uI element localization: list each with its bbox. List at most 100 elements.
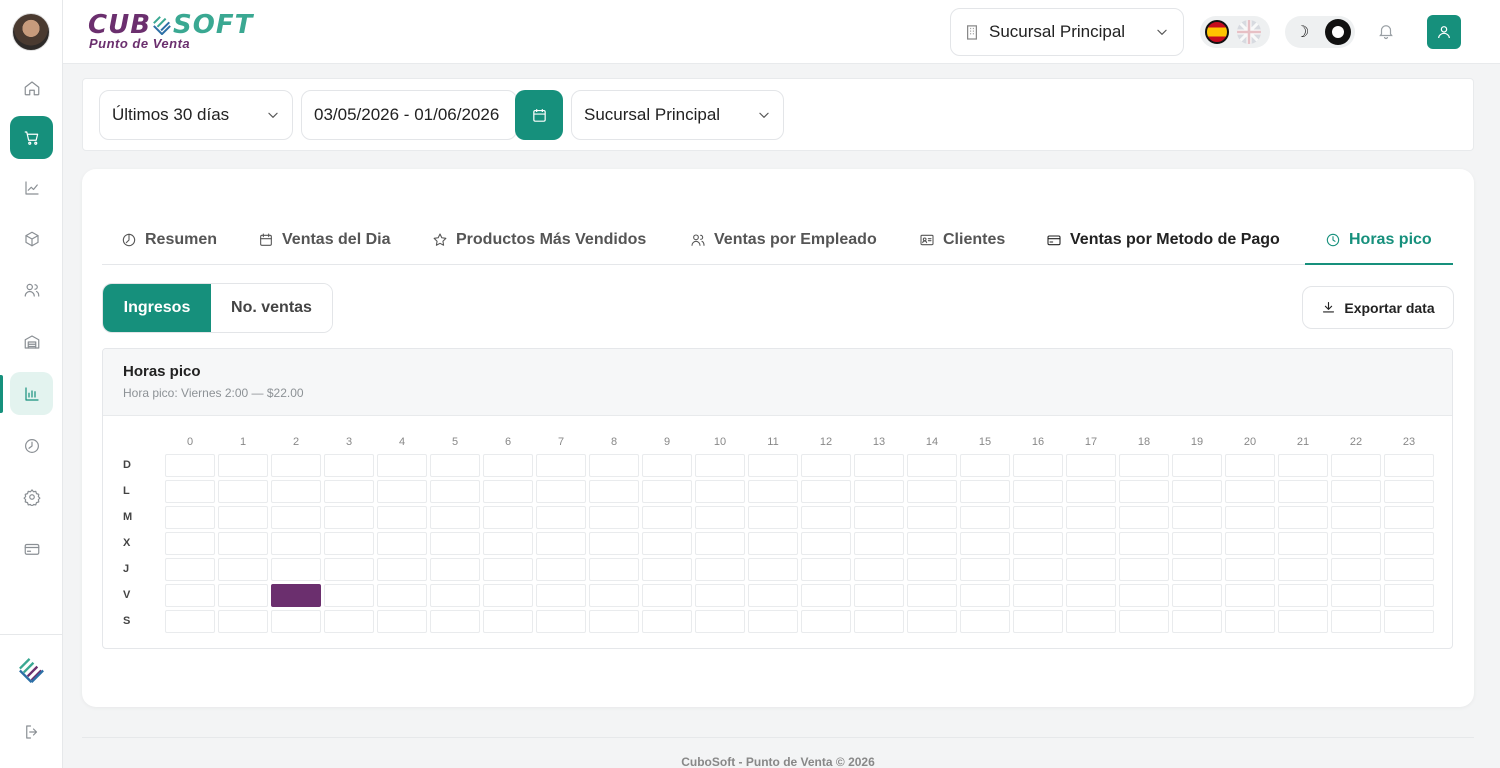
- heatmap-cell[interactable]: [642, 558, 692, 581]
- clock-icon[interactable]: [10, 424, 53, 467]
- warehouse-icon[interactable]: [10, 320, 53, 363]
- tab-ventas-del-dia[interactable]: Ventas del Dia: [258, 214, 391, 265]
- heatmap-cell[interactable]: [324, 480, 374, 503]
- heatmap-cell[interactable]: [1384, 558, 1434, 581]
- ingresos-toggle-button[interactable]: Ingresos: [103, 284, 211, 332]
- heatmap-cell[interactable]: [1225, 558, 1275, 581]
- heatmap-cell[interactable]: [1278, 558, 1328, 581]
- heatmap-cell[interactable]: [1066, 610, 1116, 633]
- heatmap-cell[interactable]: [483, 610, 533, 633]
- heatmap-cell[interactable]: [1331, 610, 1381, 633]
- heatmap-cell[interactable]: [1278, 584, 1328, 607]
- heatmap-cell[interactable]: [165, 584, 215, 607]
- heatmap-cell[interactable]: [642, 454, 692, 477]
- heatmap-cell[interactable]: [483, 584, 533, 607]
- user-menu-button[interactable]: [1427, 15, 1461, 49]
- users-icon[interactable]: [10, 268, 53, 311]
- heatmap-cell[interactable]: [1331, 584, 1381, 607]
- heatmap-cell[interactable]: [430, 532, 480, 555]
- heatmap-cell[interactable]: [960, 454, 1010, 477]
- heatmap-cell[interactable]: [536, 584, 586, 607]
- heatmap-cell[interactable]: [1013, 610, 1063, 633]
- heatmap-cell[interactable]: [218, 480, 268, 503]
- heatmap-cell[interactable]: [1278, 532, 1328, 555]
- tab-ventas-por-metodo-de-pago[interactable]: Ventas por Metodo de Pago: [1046, 214, 1280, 265]
- heatmap-cell[interactable]: [483, 558, 533, 581]
- bell-icon[interactable]: [1377, 22, 1397, 42]
- heatmap-cell[interactable]: [1331, 480, 1381, 503]
- heatmap-cell[interactable]: [430, 480, 480, 503]
- heatmap-cell[interactable]: [1066, 584, 1116, 607]
- heatmap-cell[interactable]: [218, 454, 268, 477]
- heatmap-cell[interactable]: [1225, 454, 1275, 477]
- heatmap-cell[interactable]: [960, 506, 1010, 529]
- heatmap-cell[interactable]: [271, 480, 321, 503]
- trend-icon[interactable]: [10, 166, 53, 209]
- heatmap-cell[interactable]: [430, 610, 480, 633]
- heatmap-cell[interactable]: [589, 558, 639, 581]
- heatmap-cell[interactable]: [1278, 506, 1328, 529]
- heatmap-cell[interactable]: [536, 532, 586, 555]
- language-toggle[interactable]: [1200, 16, 1270, 48]
- heatmap-cell[interactable]: [1384, 532, 1434, 555]
- heatmap-cell[interactable]: [748, 610, 798, 633]
- heatmap-cell[interactable]: [1119, 584, 1169, 607]
- heatmap-cell[interactable]: [483, 480, 533, 503]
- heatmap-cell[interactable]: [1172, 558, 1222, 581]
- branch-filter-select[interactable]: Sucursal Principal: [571, 90, 784, 140]
- heatmap-cell[interactable]: [1013, 532, 1063, 555]
- heatmap-cell[interactable]: [377, 454, 427, 477]
- heatmap-cell[interactable]: [748, 454, 798, 477]
- heatmap-cell[interactable]: [1119, 454, 1169, 477]
- period-select[interactable]: Últimos 30 días: [99, 90, 293, 140]
- heatmap-cell[interactable]: [483, 506, 533, 529]
- heatmap-cell[interactable]: [536, 480, 586, 503]
- heatmap-cell[interactable]: [695, 610, 745, 633]
- heatmap-cell[interactable]: [1119, 558, 1169, 581]
- theme-toggle[interactable]: ☽: [1285, 16, 1355, 48]
- heatmap-cell[interactable]: [1384, 506, 1434, 529]
- heatmap-cell[interactable]: [165, 558, 215, 581]
- heatmap-cell[interactable]: [377, 506, 427, 529]
- heatmap-cell[interactable]: [854, 506, 904, 529]
- heatmap-cell[interactable]: [218, 610, 268, 633]
- heatmap-cell[interactable]: [271, 610, 321, 633]
- heatmap-cell[interactable]: [271, 558, 321, 581]
- heatmap-cell[interactable]: [1066, 454, 1116, 477]
- heatmap-cell[interactable]: [271, 454, 321, 477]
- calendar-button[interactable]: [515, 90, 563, 140]
- heatmap-cell[interactable]: [1172, 532, 1222, 555]
- heatmap-cell[interactable]: [536, 506, 586, 529]
- heatmap-cell[interactable]: [218, 558, 268, 581]
- heatmap-cell[interactable]: [1384, 584, 1434, 607]
- heatmap-cell[interactable]: [695, 480, 745, 503]
- card-icon[interactable]: [10, 527, 53, 570]
- heatmap-cell[interactable]: [1225, 532, 1275, 555]
- heatmap-cell[interactable]: [854, 454, 904, 477]
- date-range-input[interactable]: 03/05/2026 - 01/06/2026: [301, 90, 517, 140]
- tab-resumen[interactable]: Resumen: [121, 214, 217, 265]
- heatmap-cell[interactable]: [1384, 454, 1434, 477]
- heatmap-cell[interactable]: [748, 480, 798, 503]
- heatmap-cell[interactable]: [589, 454, 639, 477]
- heatmap-cell[interactable]: [1331, 532, 1381, 555]
- heatmap-cell[interactable]: [324, 506, 374, 529]
- heatmap-cell[interactable]: [907, 506, 957, 529]
- heatmap-cell[interactable]: [324, 532, 374, 555]
- heatmap-cell[interactable]: [1278, 454, 1328, 477]
- heatmap-cell[interactable]: [430, 506, 480, 529]
- heatmap-cell[interactable]: [695, 584, 745, 607]
- heatmap-cell[interactable]: [165, 454, 215, 477]
- heatmap-cell[interactable]: [907, 480, 957, 503]
- heatmap-cell[interactable]: [1066, 558, 1116, 581]
- tab-horas-pico[interactable]: Horas pico: [1325, 214, 1432, 265]
- tab-clientes[interactable]: Clientes: [919, 214, 1005, 265]
- heatmap-cell[interactable]: [430, 584, 480, 607]
- heatmap-cell[interactable]: [1172, 584, 1222, 607]
- heatmap-cell[interactable]: [642, 480, 692, 503]
- heatmap-cell[interactable]: [589, 480, 639, 503]
- logout-icon[interactable]: [10, 710, 53, 753]
- heatmap-cell[interactable]: [695, 506, 745, 529]
- heatmap-cell[interactable]: [1172, 506, 1222, 529]
- heatmap-cell[interactable]: [1119, 610, 1169, 633]
